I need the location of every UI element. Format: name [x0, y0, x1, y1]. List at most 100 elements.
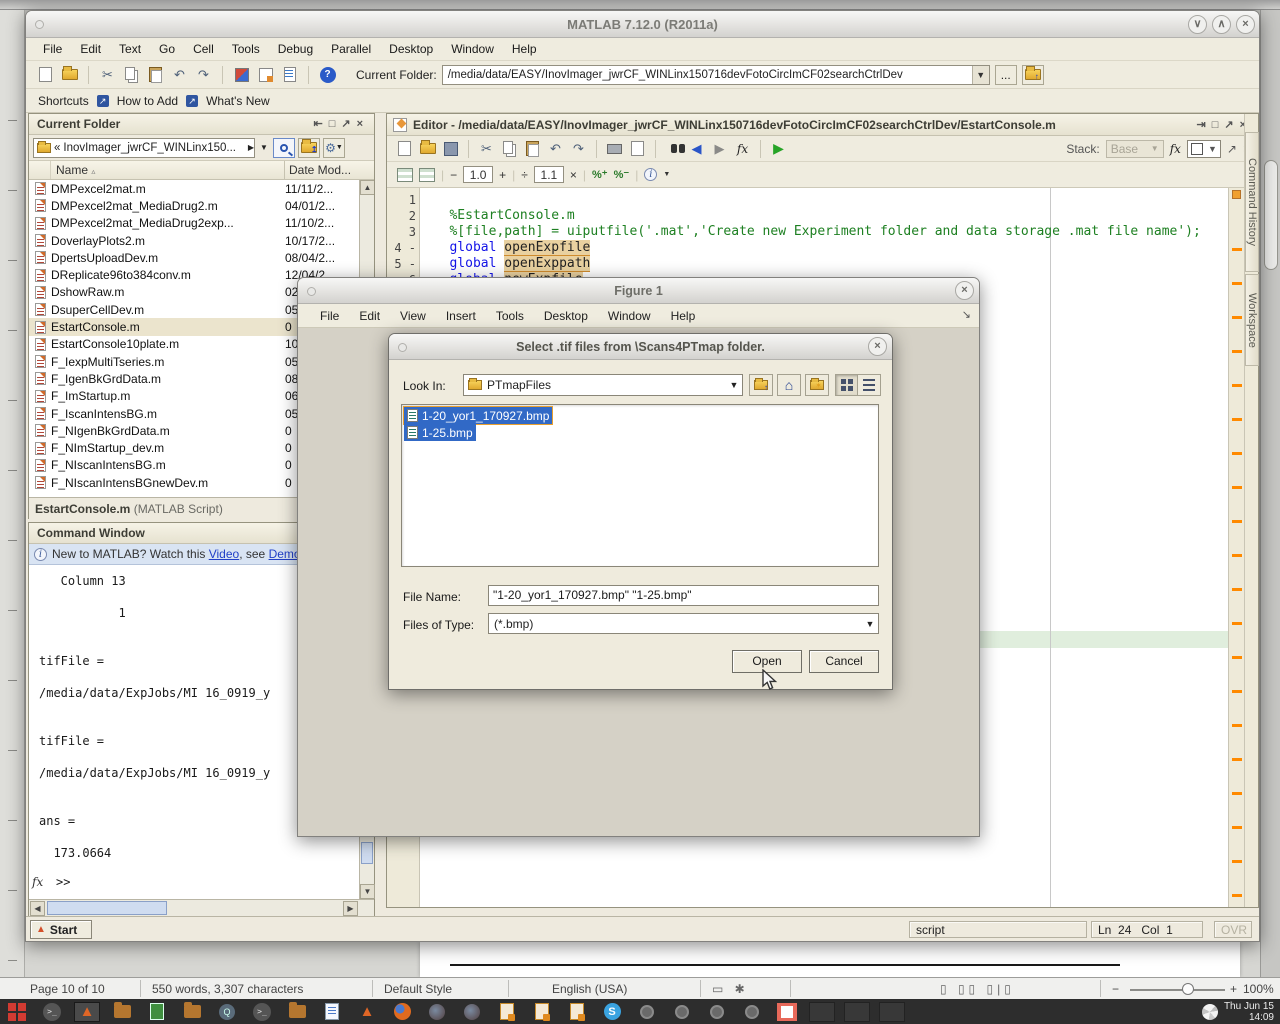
- maximize-button[interactable]: ∧: [1212, 15, 1231, 34]
- dialog-file-list[interactable]: 1-20_yor1_170927.bmp1-25.bmp: [401, 404, 879, 567]
- analyzer-warning-tick[interactable]: [1232, 350, 1242, 353]
- simulink-icon[interactable]: [232, 65, 251, 84]
- back-icon[interactable]: ◀: [687, 139, 706, 158]
- figure-titlebar[interactable]: Figure 1 ×: [298, 278, 979, 304]
- cut-icon[interactable]: ✂: [477, 139, 496, 158]
- menu-item-tools[interactable]: Tools: [223, 39, 269, 59]
- create-new-folder-button[interactable]: ✶: [805, 374, 829, 396]
- fx-icon[interactable]: fx: [32, 875, 43, 889]
- address-text[interactable]: InovImager_jwrCF_WINLinx150...: [63, 142, 244, 154]
- terminal-2-icon[interactable]: >_: [249, 1002, 275, 1022]
- name-column-header[interactable]: Name ▵: [51, 161, 285, 179]
- cell-value-field-2[interactable]: 1.1: [534, 166, 564, 183]
- analyzer-warning-tick[interactable]: [1232, 452, 1242, 455]
- cut-icon[interactable]: ✂: [98, 65, 117, 84]
- menu-item-cell[interactable]: Cell: [184, 39, 223, 59]
- look-in-combo[interactable]: PTmapFiles ▼: [463, 374, 743, 396]
- comment-percent-icon[interactable]: %⁺: [592, 168, 608, 181]
- analyzer-warning-tick[interactable]: [1232, 724, 1242, 727]
- figure-menu-item-edit[interactable]: Edit: [349, 306, 390, 326]
- divide-button[interactable]: ÷: [521, 168, 528, 182]
- print-icon[interactable]: [605, 139, 624, 158]
- hscrollbar-thumb[interactable]: [47, 901, 167, 915]
- cancel-button[interactable]: Cancel: [809, 650, 879, 673]
- scroll-left-icon[interactable]: ◀: [30, 901, 45, 916]
- grid-view-button[interactable]: [835, 374, 859, 396]
- writer-zoom-percent[interactable]: 100%: [1243, 982, 1274, 996]
- analyzer-status-icon[interactable]: [1232, 190, 1241, 199]
- open-file-icon[interactable]: [60, 65, 79, 84]
- multiply-button[interactable]: ×: [570, 168, 577, 182]
- home-button[interactable]: ⌂: [777, 374, 801, 396]
- writer-zoom-slider[interactable]: [1130, 989, 1225, 991]
- scroll-right-icon[interactable]: ▶: [343, 901, 358, 916]
- maximize-panel-icon[interactable]: □: [329, 118, 342, 130]
- analyzer-warning-tick[interactable]: [1232, 690, 1242, 693]
- vscrollbar-thumb[interactable]: [361, 842, 373, 864]
- paste-icon[interactable]: [523, 139, 542, 158]
- redo-icon[interactable]: ↷: [194, 65, 213, 84]
- figure-menu-item-file[interactable]: File: [310, 306, 349, 326]
- info-icon[interactable]: i: [644, 168, 657, 181]
- empty-slot-2[interactable]: [844, 1002, 870, 1022]
- command-prompt[interactable]: >>: [56, 875, 70, 889]
- analyzer-warning-tick[interactable]: [1232, 792, 1242, 795]
- run-icon[interactable]: ▶: [769, 139, 788, 158]
- new-file-icon[interactable]: [395, 139, 414, 158]
- print-preview-icon[interactable]: [628, 139, 647, 158]
- writer-scrollbar-thumb[interactable]: [1264, 160, 1278, 270]
- scroll-up-icon[interactable]: ▲: [360, 180, 374, 195]
- writer-zoom-out[interactable]: −: [1112, 982, 1119, 996]
- open-file-icon[interactable]: [418, 139, 437, 158]
- menu-item-text[interactable]: Text: [110, 39, 150, 59]
- redo-icon[interactable]: ↷: [569, 139, 588, 158]
- guide-icon[interactable]: [256, 65, 275, 84]
- writer-paragraph-style[interactable]: Default Style: [384, 982, 452, 996]
- search-button[interactable]: [273, 138, 295, 158]
- save-icon[interactable]: [441, 139, 460, 158]
- undo-icon[interactable]: ↶: [170, 65, 189, 84]
- code-text[interactable]: %EstartConsole.m %[file,path] = uiputfil…: [426, 192, 1201, 288]
- figure-menu-item-insert[interactable]: Insert: [436, 306, 486, 326]
- current-folder-path[interactable]: /media/data/EASY/InovImager_jwrCF_WINLin…: [443, 69, 972, 81]
- copy-icon[interactable]: [500, 139, 519, 158]
- folder-2-icon[interactable]: [284, 1002, 310, 1022]
- writer-zoom-in[interactable]: +: [1230, 982, 1237, 996]
- address-combo[interactable]: « InovImager_jwrCF_WINLinx150... ▶: [33, 138, 255, 158]
- file-row[interactable]: DMPexcel2mat.m11/11/2...: [29, 180, 374, 197]
- list-view-button[interactable]: [857, 374, 881, 396]
- layout-combo[interactable]: ▼: [1187, 140, 1221, 158]
- window-menu-icon[interactable]: [398, 343, 407, 352]
- writer-language[interactable]: English (USA): [552, 982, 627, 996]
- scroll-down-icon[interactable]: ▼: [360, 884, 375, 899]
- address-collapse[interactable]: «: [54, 142, 60, 154]
- file-name-input[interactable]: "1-20_yor1_170927.bmp" "1-25.bmp": [488, 585, 879, 606]
- writer-doc-1-icon[interactable]: [494, 1002, 520, 1022]
- window-menu-icon[interactable]: [307, 287, 316, 296]
- start-button[interactable]: ▲ Start: [30, 920, 92, 939]
- menu-item-help[interactable]: Help: [503, 39, 546, 59]
- actions-button[interactable]: ⚙▼: [323, 138, 345, 158]
- date-column-header[interactable]: Date Mod...: [285, 161, 360, 179]
- tray-1-icon[interactable]: [634, 1002, 660, 1022]
- profiler-icon[interactable]: [280, 65, 299, 84]
- menu-item-debug[interactable]: Debug: [269, 39, 322, 59]
- spreadsheet-icon[interactable]: [144, 1002, 170, 1022]
- writer-doc-2-icon[interactable]: [529, 1002, 555, 1022]
- menu-item-desktop[interactable]: Desktop: [380, 39, 442, 59]
- cell-value-field-1[interactable]: 1.0: [463, 166, 493, 183]
- figure-menu-item-help[interactable]: Help: [661, 306, 706, 326]
- analyzer-warning-tick[interactable]: [1232, 520, 1242, 523]
- writer-scrollbar[interactable]: [1260, 10, 1280, 977]
- analyzer-warning-tick[interactable]: [1232, 758, 1242, 761]
- menu-item-go[interactable]: Go: [150, 39, 184, 59]
- new-file-icon[interactable]: [36, 65, 55, 84]
- find-icon[interactable]: [664, 139, 683, 158]
- tray-2-icon[interactable]: [669, 1002, 695, 1022]
- tray-4-icon[interactable]: [739, 1002, 765, 1022]
- fx-button[interactable]: fx: [1170, 142, 1181, 156]
- browse-folder-button[interactable]: ...: [995, 65, 1017, 85]
- shortcut-whats-new[interactable]: What's New: [206, 94, 270, 108]
- insert-cell-icon[interactable]: [397, 168, 413, 182]
- firefox-icon[interactable]: [389, 1002, 415, 1022]
